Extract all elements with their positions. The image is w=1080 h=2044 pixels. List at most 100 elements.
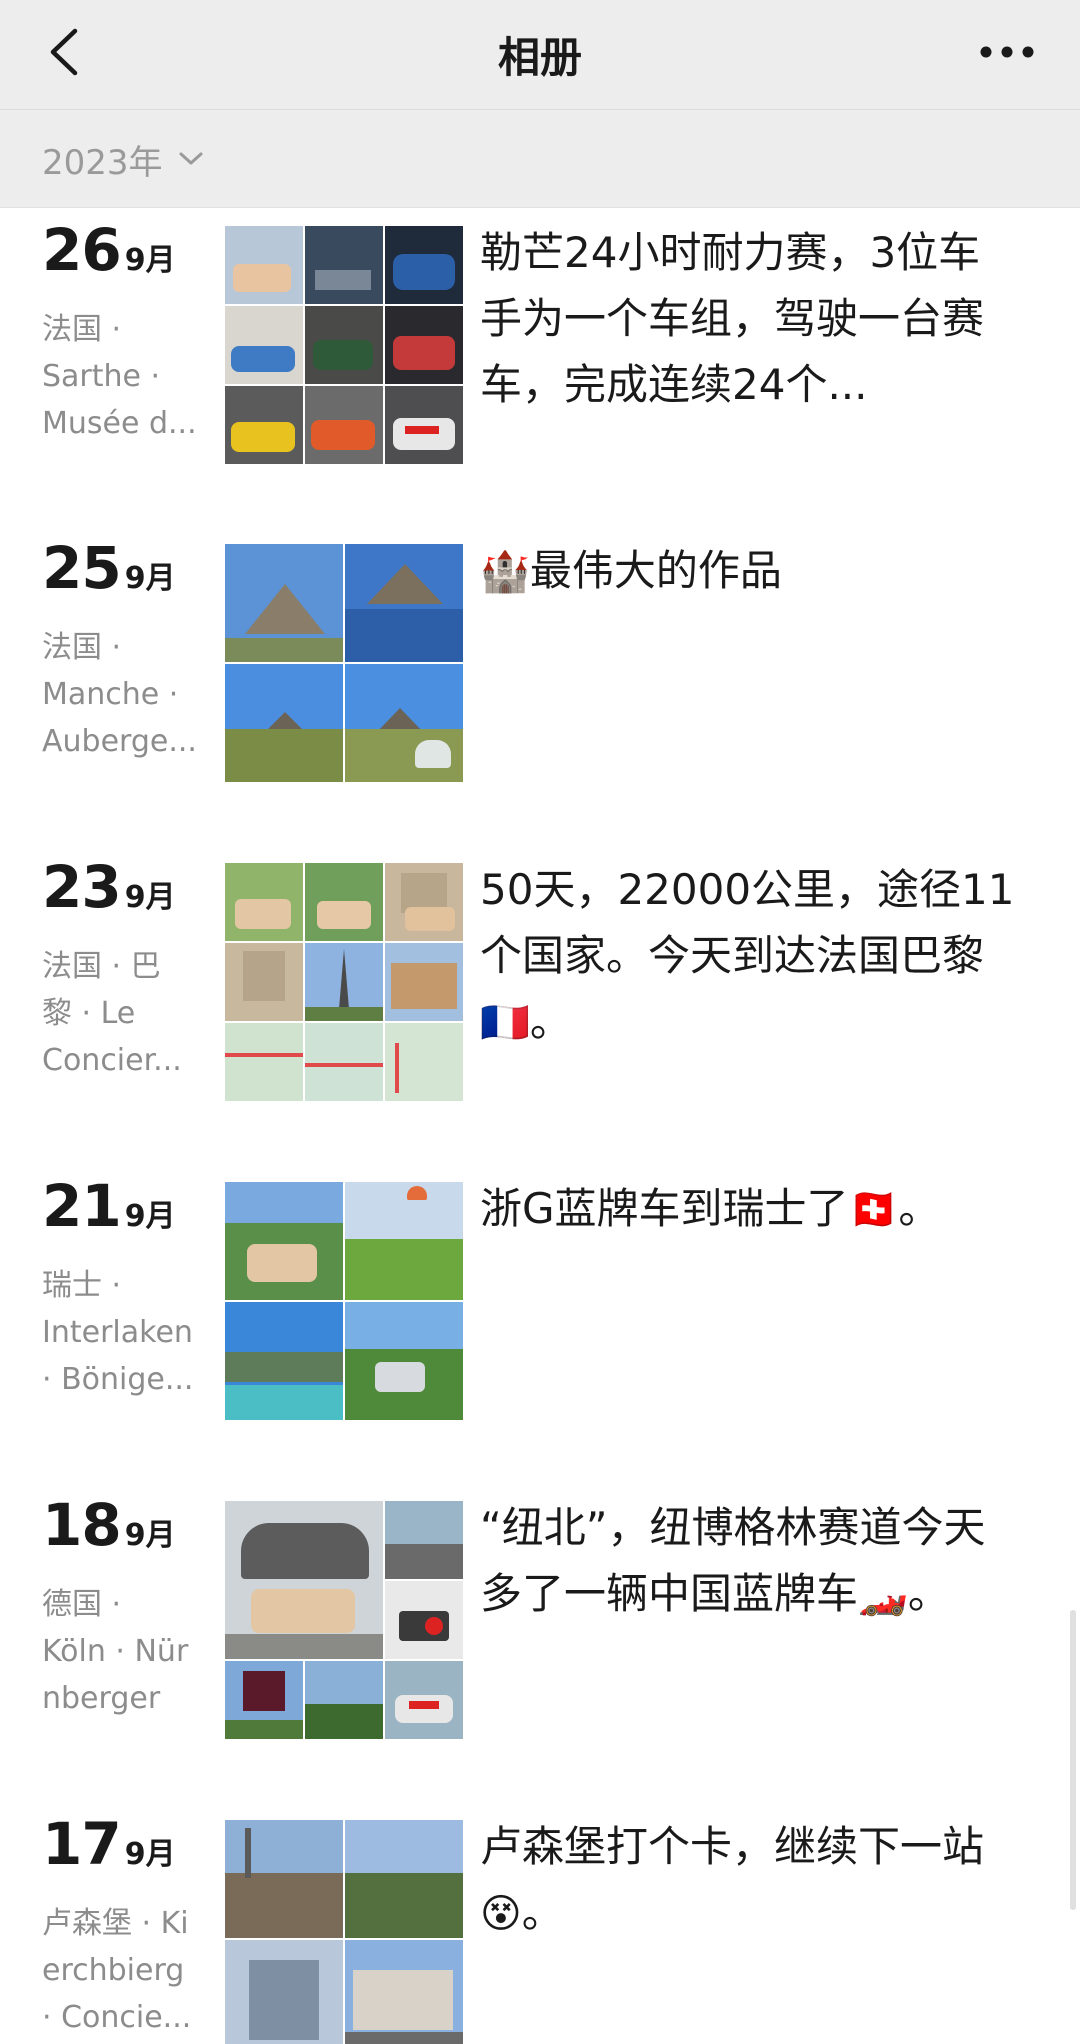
photo-thumbnail[interactable] <box>225 1940 343 2044</box>
caption-text: 卢森堡打个卡，继续下一站 <box>480 1822 985 1871</box>
castle-emoji: 🏰 <box>480 549 530 595</box>
race-car-emoji: 🏎️ <box>858 1572 908 1618</box>
photo-thumbnail[interactable] <box>225 1820 343 1938</box>
flag-emoji: 🇫🇷 <box>480 1000 530 1046</box>
people-icon <box>415 740 451 768</box>
photo-thumbnail[interactable] <box>225 1661 303 1739</box>
photo-grid[interactable] <box>225 1820 463 2044</box>
caption-text: 最伟大的作品 <box>529 546 782 595</box>
photo-thumbnail[interactable] <box>305 226 383 304</box>
entry-location: 德国 · Köln · Nür nberger <box>42 1581 210 1722</box>
entry-date: 25 9月 <box>42 534 212 602</box>
location-line: Musée d... <box>42 406 197 441</box>
entry-caption: “纽北”，纽博格林赛道今天多了一辆中国蓝牌车🏎️。 <box>480 1495 1020 1628</box>
photo-thumbnail[interactable] <box>225 1501 383 1659</box>
location-line: Concier... <box>42 1043 182 1078</box>
photo-grid[interactable] <box>225 1501 463 1739</box>
entry-caption: 浙G蓝牌车到瑞士了🇨🇭。 <box>480 1176 1020 1243</box>
caption-text: 浙G蓝牌车到瑞士了 <box>480 1184 849 1233</box>
photo-thumbnail[interactable] <box>385 1581 463 1659</box>
photo-thumbnail[interactable] <box>225 1302 343 1420</box>
photo-thumbnail[interactable] <box>225 863 303 941</box>
photo-thumbnail[interactable] <box>385 226 463 304</box>
location-line: 法国 · <box>42 312 122 347</box>
album-entry[interactable]: 23 9月 法国 · 巴 黎 · Le Concier... 50天，22000公… <box>0 853 1080 1113</box>
entry-day: 21 <box>42 1172 122 1240</box>
photo-grid[interactable] <box>225 1182 463 1420</box>
location-line: Köln · Nür <box>42 1634 189 1669</box>
entry-day: 26 <box>42 216 122 284</box>
entry-location: 法国 · Sarthe · Musée d... <box>42 306 210 447</box>
album-entry[interactable]: 25 9月 法国 · Manche · Auberge... 🏰最伟大的作品 <box>0 534 1080 794</box>
entry-caption: 勒芒24小时耐力赛，3位车手为一个车组，驾驶一台赛车，完成连续24个... <box>480 228 985 409</box>
year-label: 2023年 <box>42 142 163 183</box>
photo-thumbnail[interactable] <box>385 863 463 941</box>
photo-thumbnail[interactable] <box>305 1023 383 1101</box>
photo-thumbnail[interactable] <box>225 664 343 782</box>
photo-thumbnail[interactable] <box>305 1661 383 1739</box>
entry-day: 25 <box>42 534 122 602</box>
location-line: Interlaken <box>42 1315 193 1350</box>
entry-date: 26 9月 <box>42 216 212 284</box>
entry-date: 23 9月 <box>42 853 212 921</box>
caption-tail: 。 <box>529 997 572 1046</box>
entry-date: 21 9月 <box>42 1172 212 1240</box>
photo-thumbnail[interactable] <box>225 1023 303 1101</box>
chevron-left-icon <box>50 28 78 76</box>
photo-thumbnail[interactable] <box>225 386 303 464</box>
photo-thumbnail[interactable] <box>345 1302 463 1420</box>
photo-thumbnail[interactable] <box>305 386 383 464</box>
photo-thumbnail[interactable] <box>385 386 463 464</box>
caption-tail: 。 <box>521 1888 564 1937</box>
photo-thumbnail[interactable] <box>225 544 343 662</box>
photo-grid[interactable] <box>225 863 463 1101</box>
photo-thumbnail[interactable] <box>385 1023 463 1101</box>
photo-grid[interactable] <box>225 544 463 782</box>
photo-thumbnail[interactable] <box>345 1940 463 2044</box>
location-line: erchbierg <box>42 1953 185 1988</box>
photo-thumbnail[interactable] <box>225 1182 343 1300</box>
location-line: Auberge... <box>42 724 197 759</box>
entry-month: 9月 <box>124 1837 176 1872</box>
album-entry[interactable]: 26 9月 法国 · Sarthe · Musée d... 勒芒24小时耐力赛，… <box>0 216 1080 476</box>
entry-day: 17 <box>42 1810 122 1878</box>
photo-thumbnail[interactable] <box>225 226 303 304</box>
photo-thumbnail[interactable] <box>385 1661 463 1739</box>
entry-caption: 卢森堡打个卡，继续下一站 😵。 <box>480 1814 1020 1947</box>
album-entry[interactable]: 18 9月 德国 · Köln · Nür nberger “纽北”，纽博格林赛道… <box>0 1491 1080 1751</box>
entry-day: 23 <box>42 853 122 921</box>
location-line: Manche · <box>42 677 179 712</box>
location-line: 黎 · Le <box>42 996 136 1031</box>
entry-month: 9月 <box>124 1518 176 1553</box>
photo-thumbnail[interactable] <box>385 306 463 384</box>
photo-thumbnail[interactable] <box>225 306 303 384</box>
photo-grid[interactable] <box>225 226 463 464</box>
scrollbar[interactable] <box>1070 1610 1076 1910</box>
photo-thumbnail[interactable] <box>305 306 383 384</box>
location-line: 瑞士 · <box>42 1268 122 1303</box>
caption-text: 50天，22000公里，途径11个国家。今天到达法国巴黎 <box>480 865 1015 980</box>
entry-month: 9月 <box>124 1199 176 1234</box>
back-button[interactable] <box>36 22 92 82</box>
album-entry[interactable]: 17 9月 卢森堡 · Ki erchbierg · Concie... 卢森堡打… <box>0 1810 1080 2044</box>
photo-thumbnail[interactable] <box>345 1820 463 1938</box>
location-line: · Bönige... <box>42 1362 194 1397</box>
photo-thumbnail[interactable] <box>385 1501 463 1579</box>
photo-thumbnail[interactable] <box>225 943 303 1021</box>
entry-date: 17 9月 <box>42 1810 212 1878</box>
more-button[interactable] <box>972 30 1042 74</box>
photo-thumbnail[interactable] <box>305 943 383 1021</box>
photo-thumbnail[interactable] <box>385 943 463 1021</box>
entry-location: 法国 · 巴 黎 · Le Concier... <box>42 943 210 1084</box>
entry-caption: 🏰最伟大的作品 <box>480 538 1020 605</box>
photo-thumbnail[interactable] <box>345 1182 463 1300</box>
album-entry[interactable]: 21 9月 瑞士 · Interlaken · Bönige... 浙G蓝牌车到瑞… <box>0 1172 1080 1432</box>
entry-location: 瑞士 · Interlaken · Bönige... <box>42 1262 210 1403</box>
photo-thumbnail[interactable] <box>345 664 463 782</box>
entry-month: 9月 <box>124 243 176 278</box>
photo-thumbnail[interactable] <box>305 863 383 941</box>
entry-month: 9月 <box>124 880 176 915</box>
caption-tail: 。 <box>898 1184 941 1233</box>
year-selector[interactable]: 2023年 <box>42 134 205 184</box>
photo-thumbnail[interactable] <box>345 544 463 662</box>
